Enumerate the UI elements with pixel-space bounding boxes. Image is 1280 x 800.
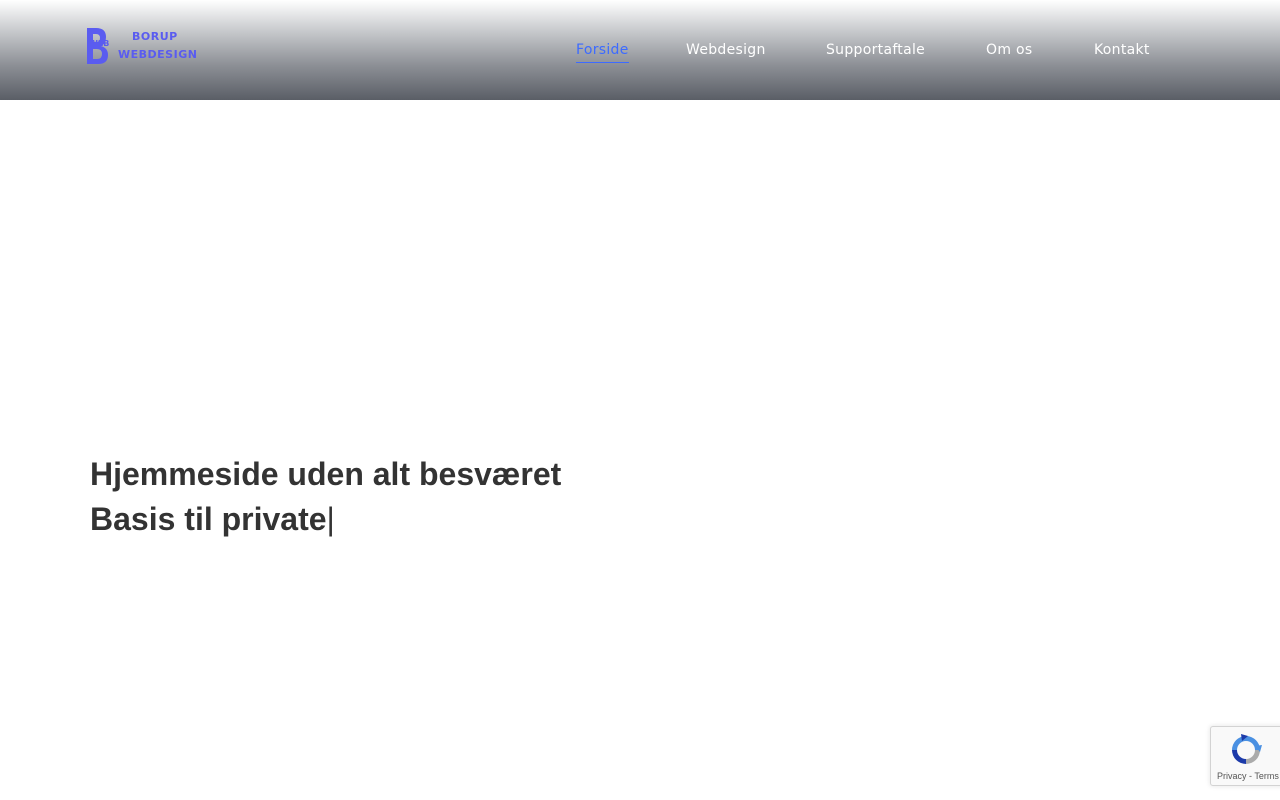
- site-header: WEB BORUP WEBDESIGN Forside Webdesign Su…: [0, 0, 1280, 100]
- recaptcha-privacy-link[interactable]: Privacy: [1217, 771, 1247, 781]
- typing-cursor: |: [326, 501, 335, 537]
- nav-item-kontakt[interactable]: Kontakt: [1094, 40, 1150, 60]
- hero-heading-line1: Hjemmeside uden alt besværet: [90, 456, 562, 492]
- hero-heading: Hjemmeside uden alt besværet Basis til p…: [90, 452, 690, 542]
- recaptcha-icon: [1232, 734, 1262, 764]
- nav-item-webdesign[interactable]: Webdesign: [686, 40, 766, 60]
- nav-item-forside[interactable]: Forside: [576, 40, 629, 63]
- hero-section: Hjemmeside uden alt besværet Basis til p…: [90, 452, 690, 542]
- nav-item-supportaftale[interactable]: Supportaftale: [826, 40, 925, 60]
- main-navigation: Forside Webdesign Supportaftale Om os Ko…: [0, 40, 1280, 64]
- recaptcha-links: Privacy - Terms: [1217, 771, 1279, 781]
- recaptcha-badge[interactable]: Privacy - Terms: [1210, 726, 1280, 786]
- hero-typed-text: Basis til private: [90, 501, 327, 537]
- recaptcha-terms-link[interactable]: Terms: [1254, 771, 1279, 781]
- nav-item-om-os[interactable]: Om os: [986, 40, 1032, 60]
